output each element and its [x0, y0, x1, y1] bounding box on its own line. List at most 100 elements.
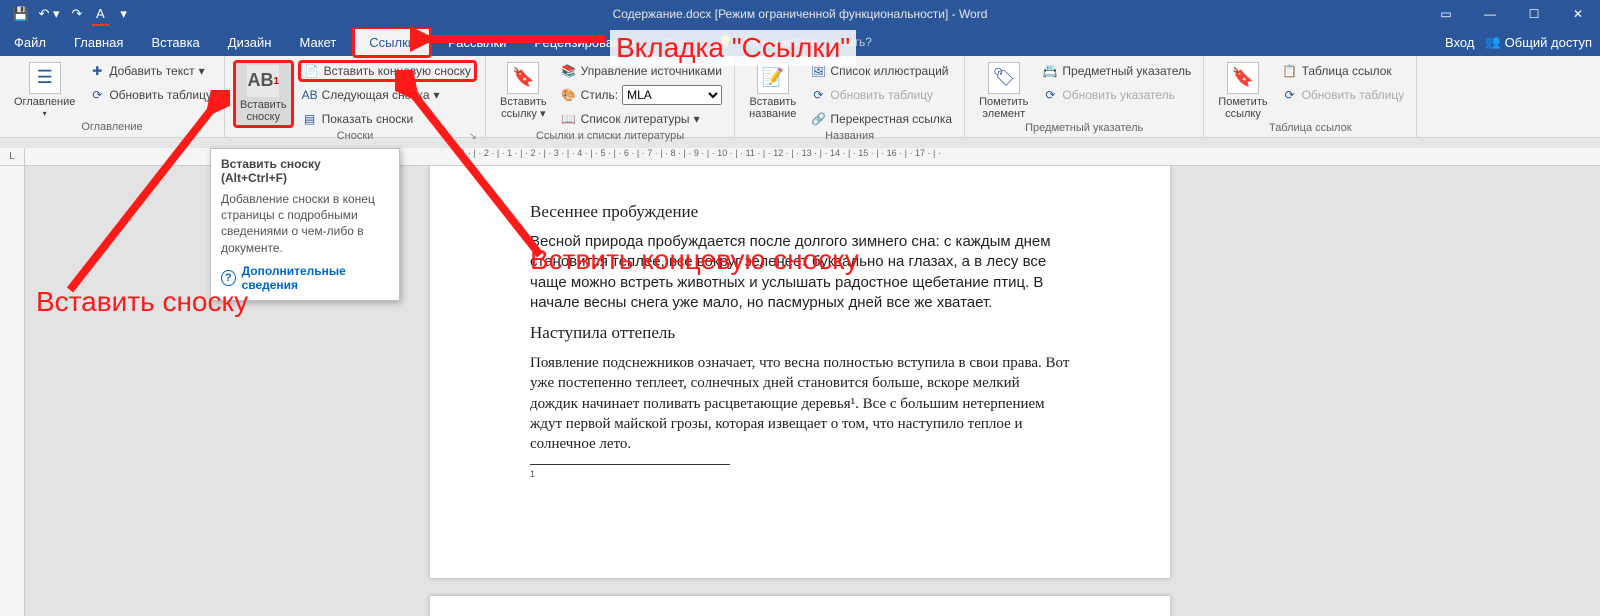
show-footnotes-button[interactable]: ▤Показать сноски: [298, 108, 477, 130]
endnote-icon: 📄: [304, 63, 320, 79]
update-toa-button[interactable]: ⟳ Обновить таблицу: [1278, 84, 1409, 106]
sign-in-button[interactable]: Вход: [1445, 35, 1474, 50]
toc-button[interactable]: ☰ Оглавление ▾: [8, 60, 81, 121]
update-cap-icon: ⟳: [810, 87, 826, 103]
tab-insert[interactable]: Вставка: [137, 28, 213, 56]
group-label-footnotes: Сноски↘: [233, 130, 477, 144]
ribbon-tabs: Файл Главная Вставка Дизайн Макет Ссылки…: [0, 28, 1600, 56]
share-label: Общий доступ: [1505, 35, 1592, 50]
close-button[interactable]: ✕: [1556, 0, 1600, 28]
manage-sources-label: Управление источниками: [581, 64, 722, 78]
update-index-label: Обновить указатель: [1062, 88, 1175, 102]
insert-citation-label: Вставитьссылку ▾: [500, 96, 547, 120]
update-captions-button[interactable]: ⟳ Обновить таблицу: [806, 84, 956, 106]
window-title: Содержание.docx [Режим ограниченной функ…: [613, 7, 988, 21]
page-1[interactable]: Весеннее пробуждение Весной природа проб…: [430, 166, 1170, 578]
toc-label: Оглавление: [14, 96, 75, 108]
redo-button[interactable]: ↷: [64, 2, 90, 26]
mark-citation-icon: 🔖: [1227, 62, 1259, 94]
footnote-tooltip: Вставить сноску (Alt+Ctrl+F) Добавление …: [210, 148, 400, 301]
insert-toa-button[interactable]: 📋Таблица ссылок: [1278, 60, 1409, 82]
ruler-ticks: · 1 · | · 2 · | · 1 · | · 2 · | · 3 · | …: [455, 148, 941, 158]
title-bar: 💾 ↶ ▾ ↷ A ▾ Содержание.docx [Режим огран…: [0, 0, 1600, 28]
page-2[interactable]: [430, 596, 1170, 616]
tab-design[interactable]: Дизайн: [214, 28, 286, 56]
illustration-list-button[interactable]: 🖼Список иллюстраций: [806, 60, 956, 82]
crossref-icon: 🔗: [810, 111, 826, 127]
tell-me-label: Что вы хотите сделать?: [739, 35, 872, 49]
next-footnote-label: Следующая сноска: [322, 88, 430, 102]
doc-para-1: Весной природа пробуждается после долгог…: [530, 232, 1070, 313]
tooltip-link-label: Дополнительные сведения: [242, 264, 389, 292]
style-icon: 🎨: [561, 87, 577, 103]
manage-sources-icon: 📚: [561, 63, 577, 79]
window-controls: ▭ — ☐ ✕: [1424, 0, 1600, 28]
footnote-marker: 1: [530, 469, 1070, 479]
tell-me-box[interactable]: 💡 Что вы хотите сделать?: [700, 28, 872, 56]
mark-citation-button[interactable]: 🔖 Пометитьссылку: [1212, 60, 1273, 122]
tab-review[interactable]: Рецензирование: [520, 28, 648, 56]
insert-endnote-button[interactable]: 📄 Вставить концевую сноску: [298, 60, 477, 82]
group-label-toa: Таблица ссылок: [1212, 122, 1408, 136]
update-index-button[interactable]: ⟳ Обновить указатель: [1038, 84, 1195, 106]
ribbon: ☰ Оглавление ▾ ✚Добавить текст ▾ ⟳ Обнови…: [0, 56, 1600, 138]
quick-access-toolbar: 💾 ↶ ▾ ↷ A ▾: [0, 2, 137, 26]
save-button[interactable]: 💾: [8, 2, 34, 26]
tab-mailings[interactable]: Рассылки: [434, 28, 520, 56]
mark-entry-button[interactable]: 🏷 Пометитьэлемент: [973, 60, 1034, 122]
citation-icon: 🔖: [507, 62, 539, 94]
tab-file[interactable]: Файл: [0, 28, 60, 56]
footnotes-dialog-launcher[interactable]: ↘: [469, 131, 477, 142]
undo-button[interactable]: ↶ ▾: [36, 2, 62, 26]
footnote-separator: [530, 464, 730, 465]
caption-icon: 📝: [757, 62, 789, 94]
insert-caption-button[interactable]: 📝 Вставитьназвание: [743, 60, 802, 122]
footnote-icon: AB1: [247, 65, 279, 97]
insert-footnote-label: Вставитьсноску: [240, 99, 287, 123]
next-footnote-button[interactable]: ABСледующая сноска ▾: [298, 84, 477, 106]
group-toa: 🔖 Пометитьссылку 📋Таблица ссылок ⟳ Обнови…: [1204, 56, 1417, 137]
group-label-index: Предметный указатель: [973, 122, 1195, 136]
ruler-corner: L: [0, 148, 25, 166]
font-color-icon[interactable]: A: [92, 2, 109, 26]
bibliography-button[interactable]: 📖Список литературы ▾: [557, 108, 726, 130]
update-cap-label: Обновить таблицу: [830, 88, 933, 102]
toa-label: Таблица ссылок: [1302, 64, 1392, 78]
insert-footnote-button[interactable]: AB1 Вставитьсноску: [233, 60, 294, 128]
tab-view[interactable]: Вид: [649, 28, 701, 56]
insert-caption-label: Вставитьназвание: [749, 96, 796, 120]
style-select[interactable]: MLA: [622, 85, 722, 105]
ribbon-options-icon[interactable]: ▭: [1424, 0, 1468, 28]
add-text-button[interactable]: ✚Добавить текст ▾: [85, 60, 216, 82]
citation-style-dropdown[interactable]: 🎨 Стиль: MLA: [557, 84, 726, 106]
group-label-captions: Названия: [743, 130, 956, 144]
group-footnotes: AB1 Вставитьсноску 📄 Вставить концевую сн…: [225, 56, 486, 137]
update-toa-icon: ⟳: [1282, 87, 1298, 103]
index-icon: 📇: [1042, 63, 1058, 79]
insert-index-button[interactable]: 📇Предметный указатель: [1038, 60, 1195, 82]
tooltip-title: Вставить сноску (Alt+Ctrl+F): [221, 157, 389, 185]
tab-home[interactable]: Главная: [60, 28, 137, 56]
maximize-button[interactable]: ☐: [1512, 0, 1556, 28]
show-footnotes-label: Показать сноски: [322, 112, 414, 126]
mark-entry-icon: 🏷: [988, 62, 1020, 94]
illust-label: Список иллюстраций: [830, 64, 948, 78]
group-toc: ☰ Оглавление ▾ ✚Добавить текст ▾ ⟳Обнови…: [0, 56, 225, 137]
tab-references[interactable]: Ссылки: [352, 26, 432, 58]
tab-layout[interactable]: Макет: [285, 28, 350, 56]
update-index-icon: ⟳: [1042, 87, 1058, 103]
insert-endnote-label: Вставить концевую сноску: [324, 64, 471, 78]
add-text-icon: ✚: [89, 63, 105, 79]
cross-reference-button[interactable]: 🔗Перекрестная ссылка: [806, 108, 956, 130]
tooltip-help-link[interactable]: ?Дополнительные сведения: [221, 264, 389, 292]
qat-customize[interactable]: ▾: [111, 2, 137, 26]
update-toc-button[interactable]: ⟳Обновить таблицу: [85, 84, 216, 106]
manage-sources-button[interactable]: 📚 Управление источниками: [557, 60, 726, 82]
share-button[interactable]: 👥 Общий доступ: [1484, 34, 1592, 50]
style-label: Стиль:: [581, 88, 618, 102]
update-toa-label: Обновить таблицу: [1302, 88, 1405, 102]
toc-icon: ☰: [29, 62, 61, 94]
vertical-ruler[interactable]: [0, 166, 25, 616]
insert-citation-button[interactable]: 🔖 Вставитьссылку ▾: [494, 60, 553, 122]
minimize-button[interactable]: —: [1468, 0, 1512, 28]
